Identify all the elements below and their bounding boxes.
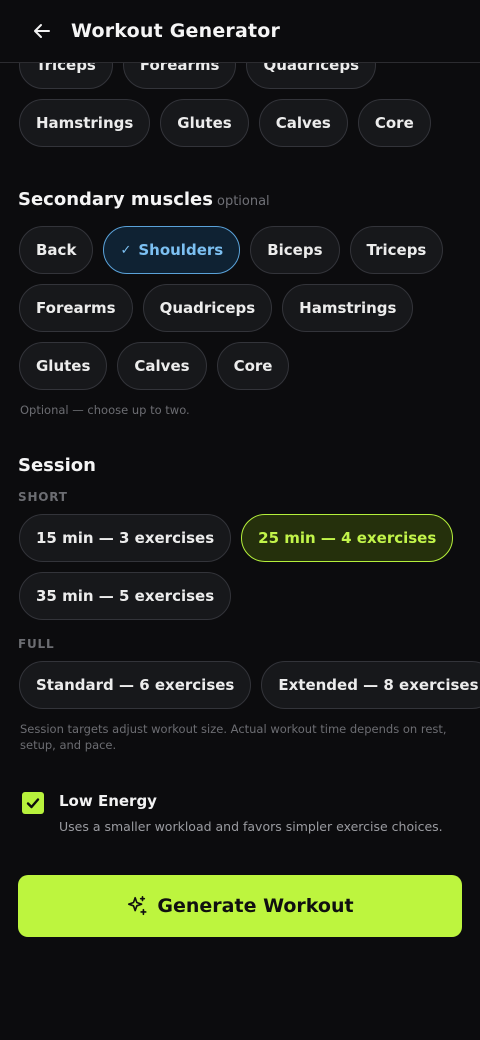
secondary-muscles-row-1: Back ✓ Shoulders Biceps Triceps: [19, 226, 444, 274]
chip-session-15-min[interactable]: 15 min — 3 exercises: [19, 514, 232, 562]
secondary-muscles-row-3: Glutes Calves Core: [19, 342, 290, 390]
generate-workout-button[interactable]: Generate Workout: [18, 875, 462, 937]
chip-secondary-quadriceps[interactable]: Quadriceps: [142, 284, 273, 332]
chip-secondary-biceps[interactable]: Biceps: [250, 226, 340, 274]
full-label: FULL: [18, 637, 55, 651]
check-icon: ✓: [120, 242, 132, 258]
secondary-muscles-heading: Secondary muscles optional: [18, 189, 270, 210]
low-energy-description: Uses a smaller workload and favors simpl…: [59, 819, 443, 834]
chip-label: Shoulders: [138, 241, 224, 259]
chip-secondary-core[interactable]: Core: [216, 342, 290, 390]
back-button[interactable]: [17, 6, 67, 56]
session-full-row: Standard — 6 exercises Extended — 8 exer…: [19, 661, 480, 709]
low-energy-checkbox[interactable]: [22, 792, 44, 814]
secondary-muscles-title: Secondary muscles: [18, 189, 213, 210]
chip-primary-core[interactable]: Core: [357, 99, 431, 147]
session-hint: Session targets adjust workout size. Act…: [20, 722, 447, 752]
chip-secondary-calves[interactable]: Calves: [117, 342, 207, 390]
session-title: Session: [18, 455, 96, 476]
optional-tag: optional: [216, 194, 270, 209]
primary-muscles-row: Hamstrings Glutes Calves Core: [19, 99, 431, 147]
chip-secondary-glutes[interactable]: Glutes: [19, 342, 108, 390]
low-energy-label[interactable]: Low Energy: [59, 792, 157, 810]
sparkles-icon: [128, 896, 147, 916]
session-short-row-1: 15 min — 3 exercises 25 min — 4 exercise…: [19, 514, 454, 562]
chip-primary-calves[interactable]: Calves: [258, 99, 348, 147]
chip-secondary-back[interactable]: Back: [19, 226, 94, 274]
chip-session-35-min[interactable]: 35 min — 5 exercises: [19, 572, 232, 620]
app-header: Workout Generator: [0, 0, 480, 63]
secondary-hint: Optional — choose up to two.: [20, 403, 190, 417]
chip-secondary-triceps[interactable]: Triceps: [349, 226, 444, 274]
chip-secondary-hamstrings[interactable]: Hamstrings: [282, 284, 414, 332]
chip-session-standard[interactable]: Standard — 6 exercises: [19, 661, 252, 709]
chip-primary-glutes[interactable]: Glutes: [160, 99, 249, 147]
arrow-left-icon: [34, 24, 50, 38]
generate-button-label: Generate Workout: [157, 895, 354, 917]
chip-primary-hamstrings[interactable]: Hamstrings: [19, 99, 151, 147]
secondary-muscles-row-2: Forearms Quadriceps Hamstrings: [19, 284, 414, 332]
chip-secondary-forearms[interactable]: Forearms: [19, 284, 133, 332]
page-title: Workout Generator: [71, 20, 281, 42]
chip-secondary-shoulders[interactable]: ✓ Shoulders: [103, 226, 241, 274]
short-label: SHORT: [18, 490, 68, 504]
chip-session-extended[interactable]: Extended — 8 exercises: [261, 661, 480, 709]
session-short-row-2: 35 min — 5 exercises: [19, 572, 232, 620]
scroll-content[interactable]: Triceps Forearms Quadriceps Hamstrings G…: [0, 0, 480, 1040]
chip-session-25-min[interactable]: 25 min — 4 exercises: [241, 514, 454, 562]
checkmark-icon: [26, 798, 40, 809]
